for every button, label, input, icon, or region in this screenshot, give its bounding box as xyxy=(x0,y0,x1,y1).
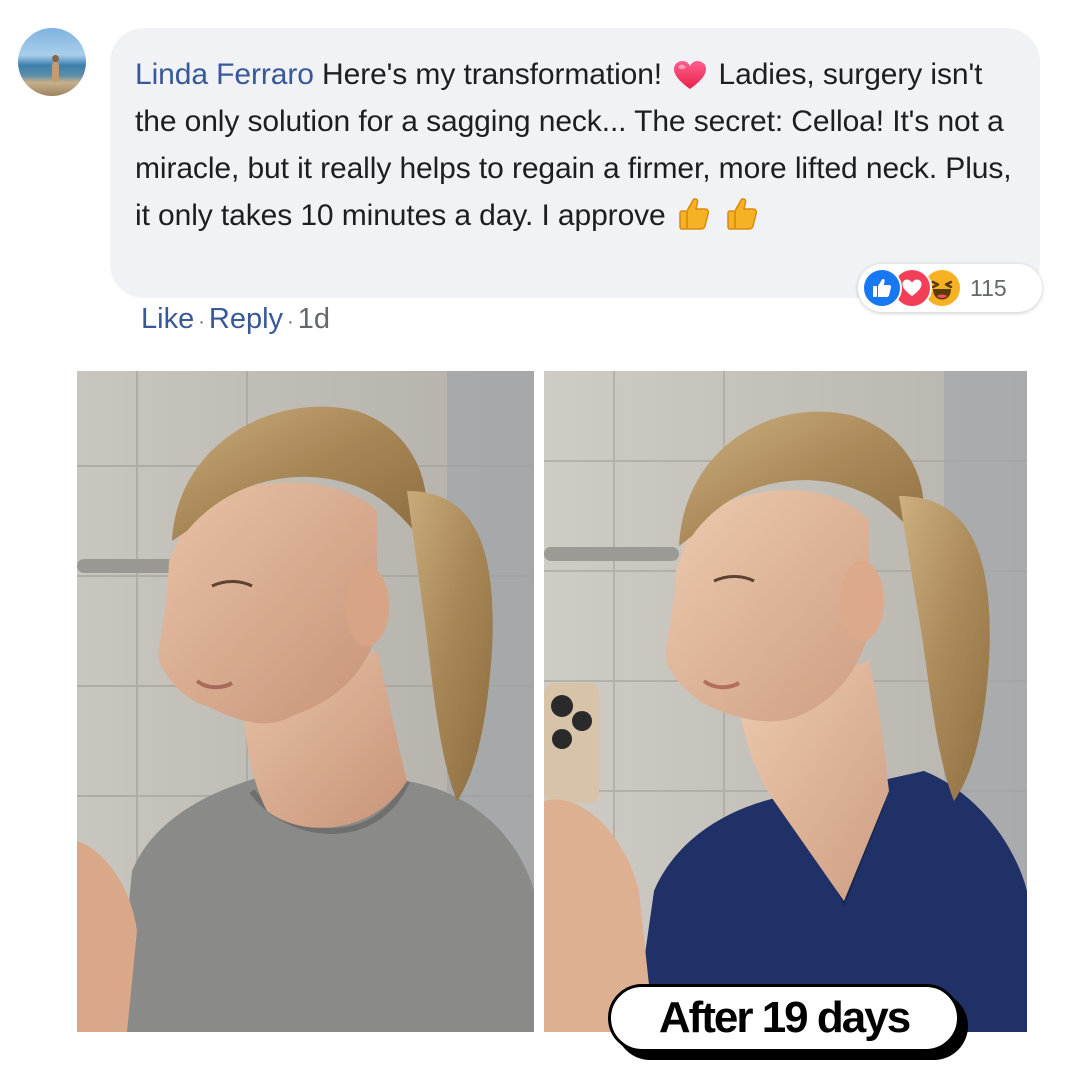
comment-text: Linda Ferraro Here's my transformation! … xyxy=(135,51,1014,239)
separator: · xyxy=(198,311,205,333)
like-link[interactable]: Like xyxy=(141,303,194,335)
like-reaction-icon xyxy=(862,268,902,308)
comment-bubble: Linda Ferraro Here's my transformation! … xyxy=(110,28,1040,298)
avatar[interactable] xyxy=(18,28,86,96)
reaction-count: 115 xyxy=(970,274,1007,301)
reply-link[interactable]: Reply xyxy=(209,303,283,335)
thumbs-up-emoji-icon xyxy=(725,197,759,231)
comment-text-part1: Here's my transformation! xyxy=(322,58,663,91)
after-caption: After 19 days xyxy=(608,984,960,1052)
comment-author[interactable]: Linda Ferraro xyxy=(135,58,314,91)
reactions-summary[interactable]: 115 xyxy=(858,264,1042,312)
separator: · xyxy=(287,311,294,333)
thumbs-up-emoji-icon xyxy=(677,197,711,231)
after-photo xyxy=(544,371,1027,1032)
comment-actions: Like · Reply · 1d xyxy=(141,303,330,336)
comment-timestamp[interactable]: 1d xyxy=(298,303,330,335)
before-photo xyxy=(77,371,534,1032)
avatar-figure xyxy=(52,55,59,82)
heart-emoji-icon xyxy=(673,60,707,90)
